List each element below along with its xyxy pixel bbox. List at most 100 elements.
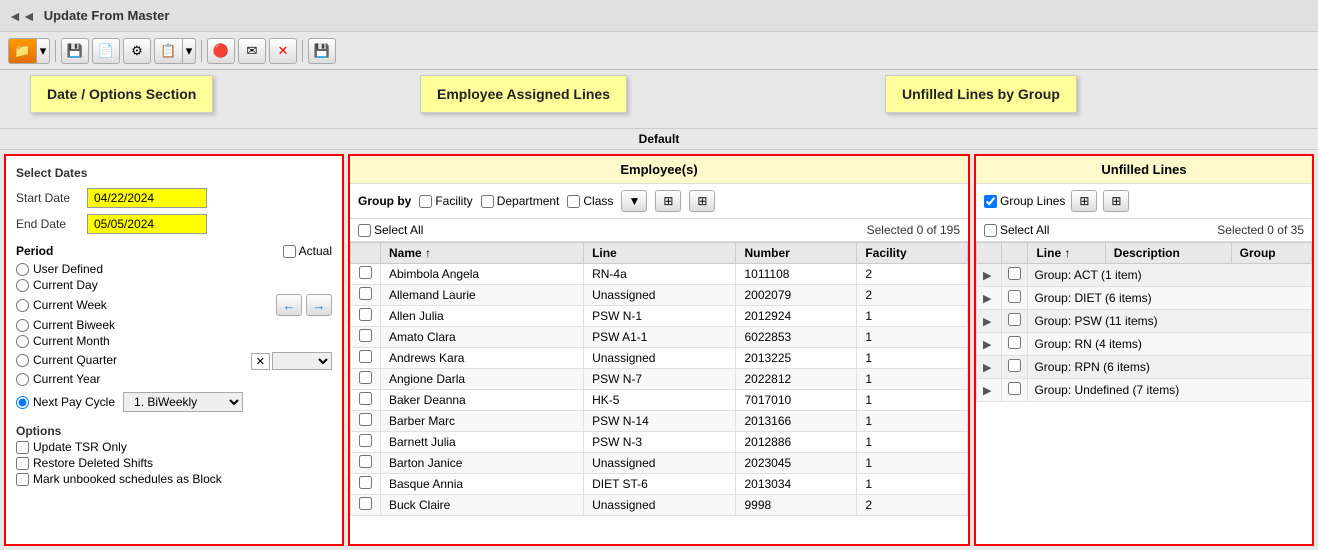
expand-cell[interactable]: ▶ (977, 264, 1002, 287)
quarter-clear-btn[interactable]: ✕ (251, 353, 270, 370)
current-year-label[interactable]: Current Year (16, 372, 100, 386)
expand-cell[interactable]: ▶ (977, 379, 1002, 402)
group-checkbox[interactable] (1008, 313, 1021, 326)
row-checkbox[interactable] (359, 350, 372, 363)
print-button[interactable]: 📄 (92, 38, 120, 64)
facility-checkbox[interactable] (419, 195, 432, 208)
update-tsr-option[interactable]: Update TSR Only (16, 440, 332, 454)
table-row[interactable]: Basque Annia DIET ST-6 2013034 1 (351, 474, 968, 495)
group-cb-cell[interactable] (1002, 310, 1028, 333)
current-year-radio[interactable] (16, 373, 29, 386)
prev-week-btn[interactable]: ← (276, 294, 302, 316)
header-facility[interactable]: Facility (857, 243, 968, 264)
restore-deleted-checkbox[interactable] (16, 457, 29, 470)
group-lines-label[interactable]: Group Lines (984, 194, 1065, 208)
unfilled-header-group[interactable]: Group (1231, 243, 1311, 264)
expand-cell[interactable]: ▶ (977, 333, 1002, 356)
group-checkbox[interactable] (1008, 267, 1021, 280)
mark-unbooked-option[interactable]: Mark unbooked schedules as Block (16, 472, 332, 486)
unfilled-expand-btn[interactable]: ⊞ (1071, 190, 1097, 212)
expand-icon[interactable]: ▶ (983, 316, 991, 328)
department-cb-label[interactable]: Department (481, 194, 560, 208)
table-row[interactable]: Baker Deanna HK-5 7017010 1 (351, 390, 968, 411)
group-checkbox[interactable] (1008, 382, 1021, 395)
select-all-label[interactable]: Select All (358, 223, 423, 237)
group-checkbox[interactable] (1008, 359, 1021, 372)
row-checkbox-cell[interactable] (351, 369, 381, 390)
class-cb-label[interactable]: Class (567, 194, 613, 208)
group-lines-checkbox[interactable] (984, 195, 997, 208)
table-row[interactable]: Andrews Kara Unassigned 2013225 1 (351, 348, 968, 369)
current-day-label[interactable]: Current Day (16, 278, 98, 292)
current-week-radio[interactable] (16, 299, 29, 312)
expand-cell[interactable]: ▶ (977, 356, 1002, 379)
group-cb-cell[interactable] (1002, 333, 1028, 356)
row-checkbox-cell[interactable] (351, 327, 381, 348)
back-arrows[interactable]: ◄◄ (8, 8, 36, 24)
header-name[interactable]: Name ↑ (381, 243, 584, 264)
row-checkbox[interactable] (359, 497, 372, 510)
user-defined-label[interactable]: User Defined (16, 262, 103, 276)
row-checkbox[interactable] (359, 413, 372, 426)
unfilled-select-all-label[interactable]: Select All (984, 223, 1049, 237)
email-button[interactable]: ✉ (238, 38, 266, 64)
row-checkbox-cell[interactable] (351, 285, 381, 306)
row-checkbox-cell[interactable] (351, 474, 381, 495)
end-date-input[interactable] (87, 214, 207, 234)
current-month-radio[interactable] (16, 335, 29, 348)
row-checkbox[interactable] (359, 476, 372, 489)
header-line[interactable]: Line (584, 243, 736, 264)
unfilled-header-line[interactable]: Line ↑ (1028, 243, 1105, 264)
group-checkbox[interactable] (1008, 290, 1021, 303)
group-cb-cell[interactable] (1002, 379, 1028, 402)
expand-icon[interactable]: ▶ (983, 270, 991, 282)
delete-button[interactable]: 🔴 (207, 38, 235, 64)
current-month-label[interactable]: Current Month (16, 334, 110, 348)
table-row[interactable]: Allemand Laurie Unassigned 2002079 2 (351, 285, 968, 306)
open-arrow[interactable]: ▾ (36, 38, 50, 64)
group-cb-cell[interactable] (1002, 264, 1028, 287)
table-row[interactable]: Allen Julia PSW N-1 2012924 1 (351, 306, 968, 327)
row-checkbox-cell[interactable] (351, 411, 381, 432)
columns-btn[interactable]: ⊞ (689, 190, 715, 212)
row-checkbox[interactable] (359, 392, 372, 405)
table-row[interactable]: Barton Janice Unassigned 2023045 1 (351, 453, 968, 474)
row-checkbox-cell[interactable] (351, 495, 381, 516)
unfilled-select-all-checkbox[interactable] (984, 224, 997, 237)
unfilled-header-description[interactable]: Description (1105, 243, 1231, 264)
expand-icon[interactable]: ▶ (983, 362, 991, 374)
select-all-checkbox[interactable] (358, 224, 371, 237)
row-checkbox[interactable] (359, 308, 372, 321)
start-date-input[interactable] (87, 188, 207, 208)
current-quarter-radio[interactable] (16, 354, 29, 367)
row-checkbox[interactable] (359, 434, 372, 447)
row-checkbox[interactable] (359, 266, 372, 279)
actual-checkbox-label[interactable]: Actual (283, 244, 332, 258)
row-checkbox-cell[interactable] (351, 453, 381, 474)
table-row[interactable]: Amato Clara PSW A1-1 6022853 1 (351, 327, 968, 348)
group-row[interactable]: ▶ Group: RN (4 items) (977, 333, 1312, 356)
table-row[interactable]: Barber Marc PSW N-14 2013166 1 (351, 411, 968, 432)
copy-dropdown[interactable]: 📋 ▾ (154, 38, 196, 64)
table-row[interactable]: Buck Claire Unassigned 9998 2 (351, 495, 968, 516)
unfilled-table-container[interactable]: Line ↑ Description Group ▶ Group: ACT (1… (976, 242, 1312, 544)
expand-icon[interactable]: ▶ (983, 293, 991, 305)
table-row[interactable]: Abimbola Angela RN-4a 1011108 2 (351, 264, 968, 285)
row-checkbox-cell[interactable] (351, 306, 381, 327)
expand-btn[interactable]: ⊞ (655, 190, 681, 212)
filter-btn[interactable]: ▼ (621, 190, 647, 212)
mark-unbooked-checkbox[interactable] (16, 473, 29, 486)
expand-cell[interactable]: ▶ (977, 287, 1002, 310)
unfilled-columns-btn[interactable]: ⊞ (1103, 190, 1129, 212)
actual-checkbox[interactable] (283, 245, 296, 258)
copy-button[interactable]: 📋 (154, 38, 182, 64)
row-checkbox[interactable] (359, 287, 372, 300)
expand-icon[interactable]: ▶ (983, 385, 991, 397)
current-quarter-label[interactable]: Current Quarter (16, 353, 117, 367)
group-row[interactable]: ▶ Group: Undefined (7 items) (977, 379, 1312, 402)
row-checkbox-cell[interactable] (351, 264, 381, 285)
close-button[interactable]: ✕ (269, 38, 297, 64)
group-cb-cell[interactable] (1002, 356, 1028, 379)
group-row[interactable]: ▶ Group: ACT (1 item) (977, 264, 1312, 287)
pay-cycle-select[interactable]: 1. BiWeekly (123, 392, 243, 412)
